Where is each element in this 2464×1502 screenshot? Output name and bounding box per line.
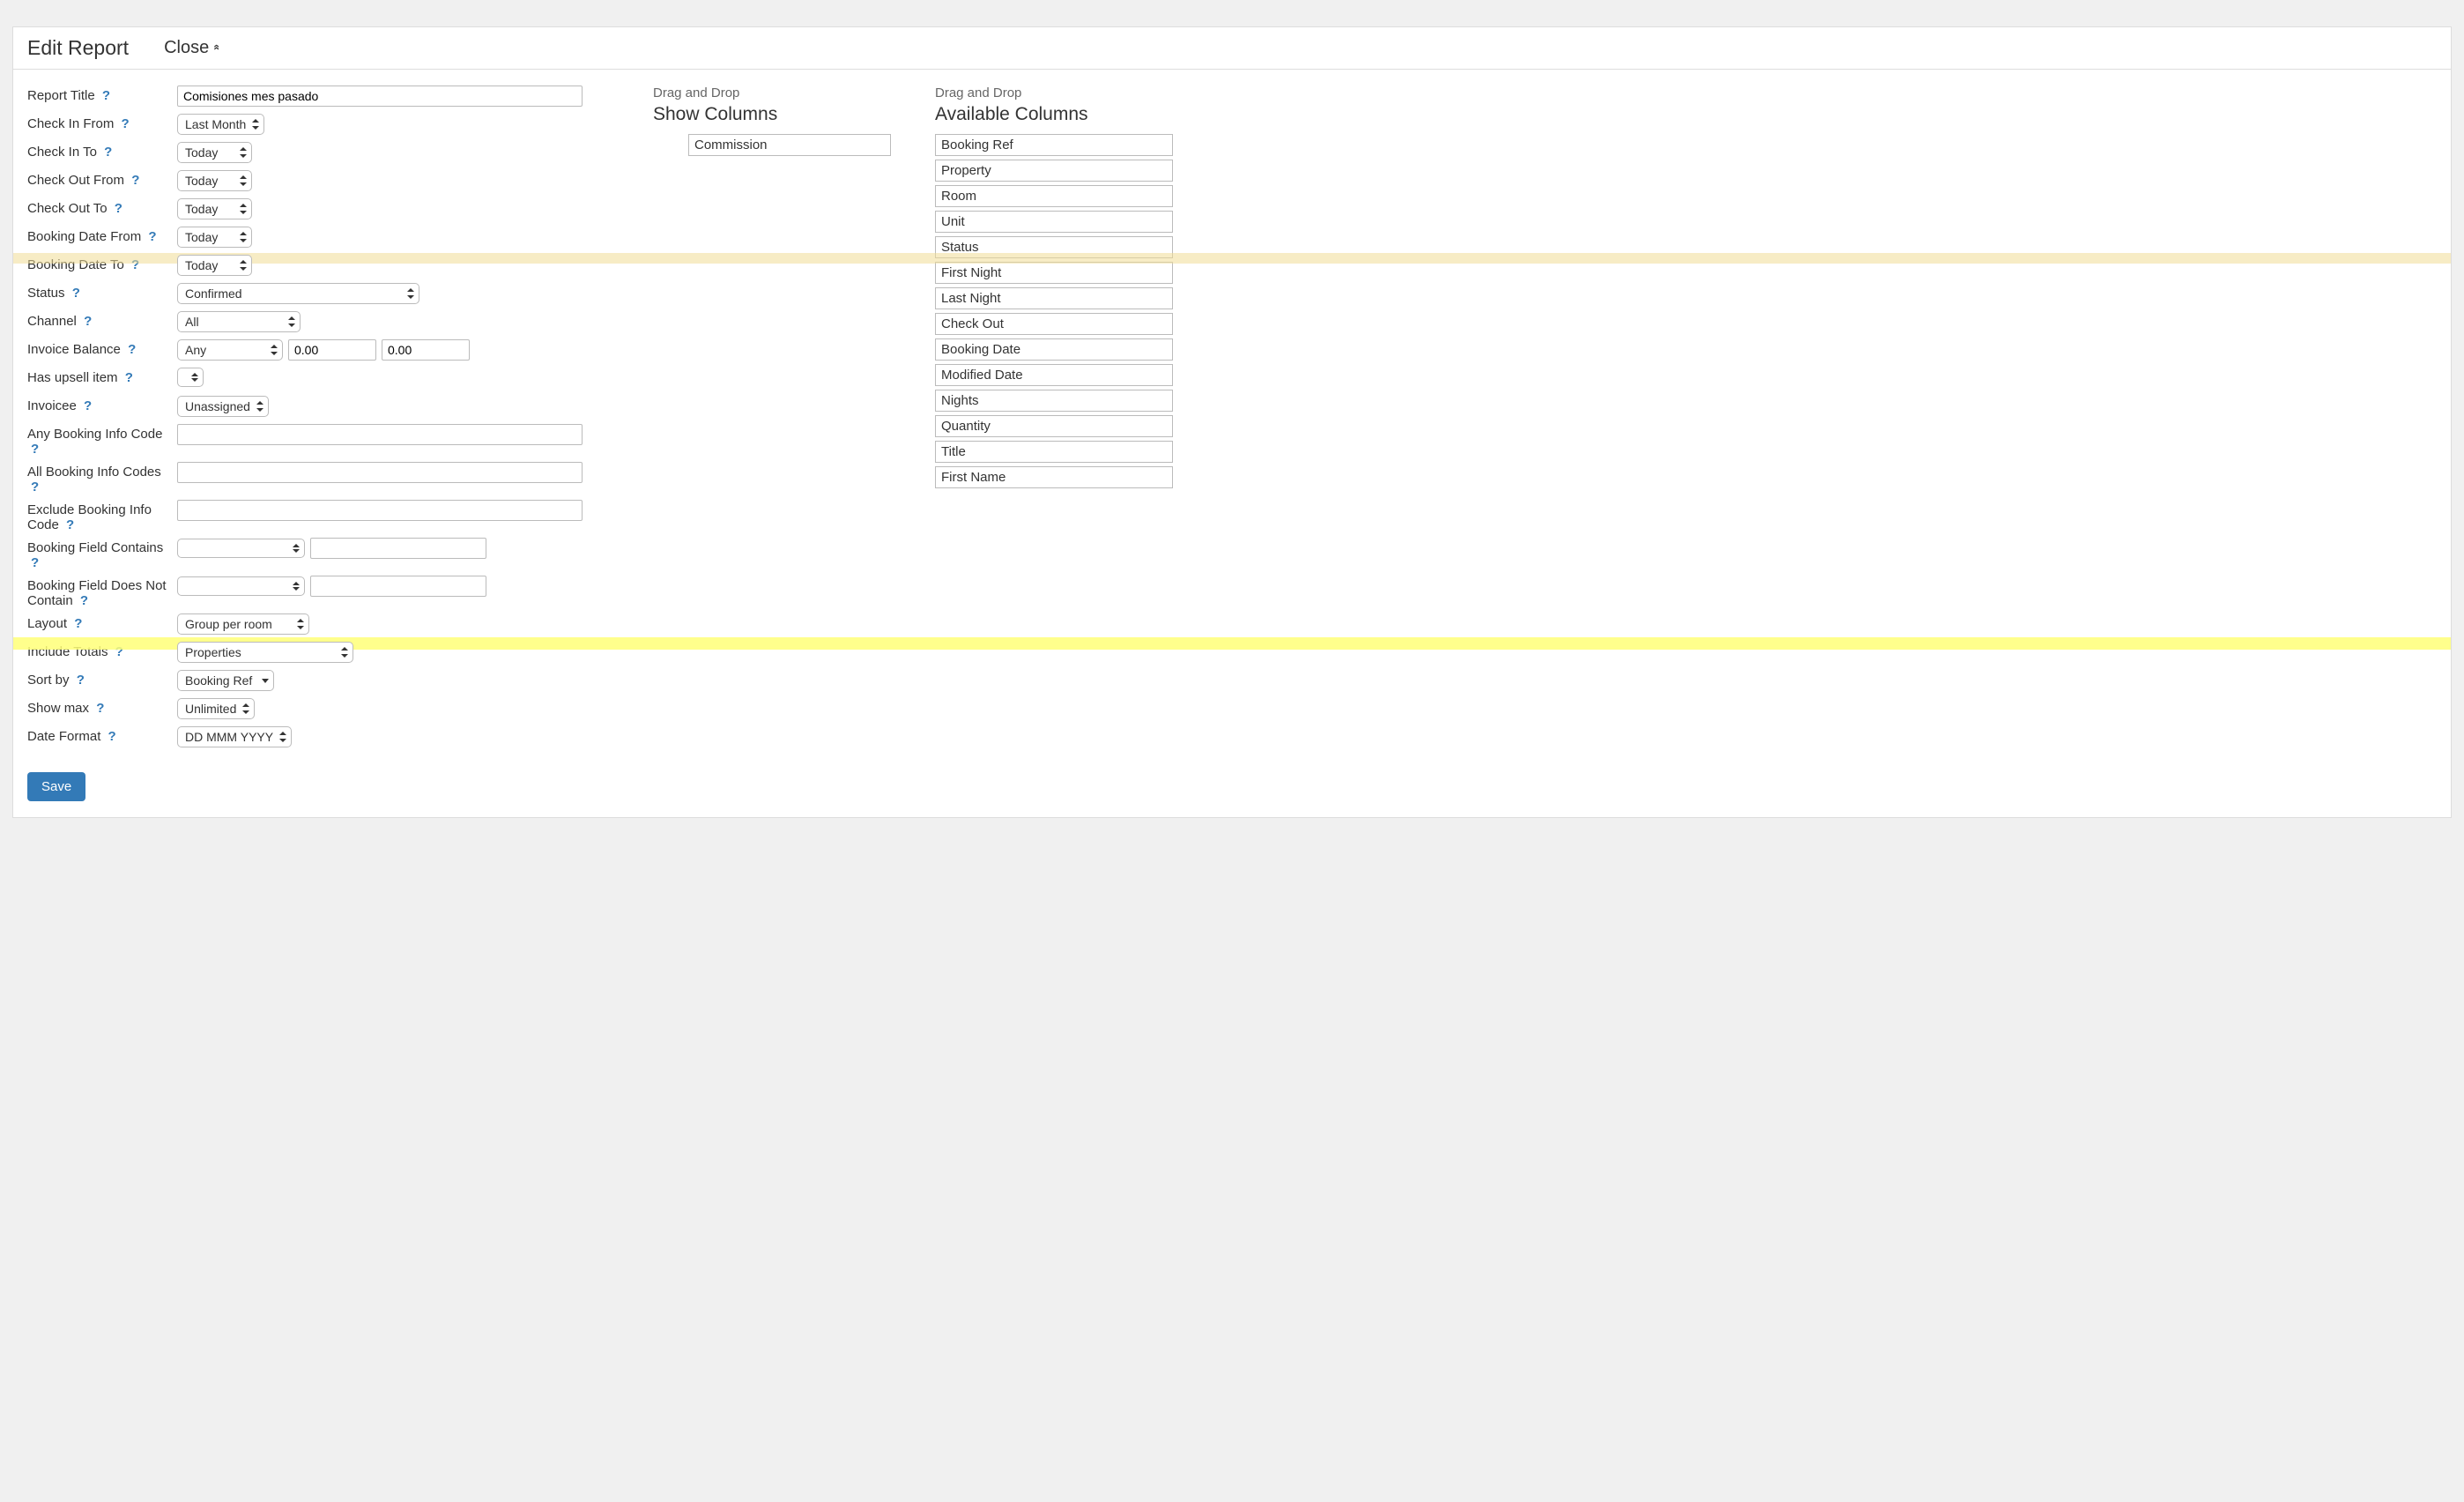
channel-select[interactable]: All bbox=[177, 311, 301, 332]
show-max-label: Show max bbox=[27, 701, 89, 716]
close-button[interactable]: Close » bbox=[164, 38, 218, 58]
booking-field-not-select[interactable] bbox=[177, 576, 305, 596]
exclude-booking-info-label: Exclude Booking Info Code bbox=[27, 502, 152, 532]
sort-by-select[interactable]: Booking Ref bbox=[177, 670, 274, 691]
invoicee-label: Invoicee bbox=[27, 398, 77, 413]
help-icon[interactable]: ? bbox=[96, 701, 104, 716]
status-label: Status bbox=[27, 286, 65, 301]
column-item[interactable]: Commission bbox=[688, 134, 891, 156]
column-item[interactable]: Booking Ref bbox=[935, 134, 1173, 156]
booking-date-to-label: Booking Date To bbox=[27, 257, 124, 272]
column-item[interactable]: Property bbox=[935, 160, 1173, 182]
column-item[interactable]: Quantity bbox=[935, 415, 1173, 437]
page-title: Edit Report bbox=[27, 36, 129, 60]
help-icon[interactable]: ? bbox=[128, 342, 136, 357]
check-out-to-select[interactable]: Today bbox=[177, 198, 252, 219]
show-columns-drag-label: Drag and Drop bbox=[653, 86, 891, 100]
booking-date-from-select[interactable]: Today bbox=[177, 227, 252, 248]
help-icon[interactable]: ? bbox=[66, 517, 74, 532]
column-item[interactable]: Modified Date bbox=[935, 364, 1173, 386]
layout-select[interactable]: Group per room bbox=[177, 613, 309, 635]
help-icon[interactable]: ? bbox=[131, 257, 139, 272]
any-booking-info-label: Any Booking Info Code bbox=[27, 427, 162, 442]
help-icon[interactable]: ? bbox=[31, 480, 39, 494]
status-select[interactable]: Confirmed bbox=[177, 283, 419, 304]
all-booking-info-label: All Booking Info Codes bbox=[27, 465, 161, 480]
check-out-from-select[interactable]: Today bbox=[177, 170, 252, 191]
column-item[interactable]: Nights bbox=[935, 390, 1173, 412]
help-icon[interactable]: ? bbox=[148, 229, 156, 244]
help-icon[interactable]: ? bbox=[80, 593, 88, 608]
help-icon[interactable]: ? bbox=[104, 145, 112, 160]
help-icon[interactable]: ? bbox=[131, 173, 139, 188]
help-icon[interactable]: ? bbox=[115, 644, 123, 659]
check-in-to-label: Check In To bbox=[27, 145, 97, 160]
has-upsell-select[interactable] bbox=[177, 368, 204, 387]
channel-label: Channel bbox=[27, 314, 77, 329]
booking-field-not-label: Booking Field Does Not Contain bbox=[27, 578, 167, 608]
column-item[interactable]: Room bbox=[935, 185, 1173, 207]
help-icon[interactable]: ? bbox=[122, 116, 130, 131]
booking-date-from-label: Booking Date From bbox=[27, 229, 141, 244]
booking-field-contains-select[interactable] bbox=[177, 539, 305, 558]
layout-label: Layout bbox=[27, 616, 67, 631]
close-label: Close bbox=[164, 38, 209, 58]
report-title-input[interactable] bbox=[177, 86, 583, 107]
help-icon[interactable]: ? bbox=[72, 286, 80, 301]
help-icon[interactable]: ? bbox=[31, 555, 39, 570]
any-booking-info-input[interactable] bbox=[177, 424, 583, 445]
save-button[interactable]: Save bbox=[27, 772, 85, 801]
column-item[interactable]: First Name bbox=[935, 466, 1173, 488]
show-max-select[interactable]: Unlimited bbox=[177, 698, 255, 719]
check-out-from-label: Check Out From bbox=[27, 173, 124, 188]
booking-field-not-input[interactable] bbox=[310, 576, 486, 597]
column-item[interactable]: Last Night bbox=[935, 287, 1173, 309]
column-item[interactable]: Title bbox=[935, 441, 1173, 463]
show-columns-title: Show Columns bbox=[653, 104, 891, 125]
exclude-booking-info-input[interactable] bbox=[177, 500, 583, 521]
help-icon[interactable]: ? bbox=[108, 729, 116, 744]
chevron-up-icon: » bbox=[210, 47, 222, 50]
invoicee-select[interactable]: Unassigned bbox=[177, 396, 269, 417]
invoice-balance-min-input[interactable] bbox=[288, 339, 376, 361]
check-in-to-select[interactable]: Today bbox=[177, 142, 252, 163]
booking-field-contains-input[interactable] bbox=[310, 538, 486, 559]
all-booking-info-input[interactable] bbox=[177, 462, 583, 483]
column-item[interactable]: Booking Date bbox=[935, 338, 1173, 361]
check-out-to-label: Check Out To bbox=[27, 201, 108, 216]
include-totals-label: Include Totals bbox=[27, 644, 108, 659]
booking-date-to-select[interactable]: Today bbox=[177, 255, 252, 276]
help-icon[interactable]: ? bbox=[77, 673, 85, 688]
invoice-balance-label: Invoice Balance bbox=[27, 342, 121, 357]
has-upsell-label: Has upsell item bbox=[27, 370, 118, 385]
help-icon[interactable]: ? bbox=[115, 201, 122, 216]
invoice-balance-select[interactable]: Any bbox=[177, 339, 283, 361]
check-in-from-select[interactable]: Last Month bbox=[177, 114, 264, 135]
sort-by-label: Sort by bbox=[27, 673, 70, 688]
column-item[interactable]: Status bbox=[935, 236, 1173, 258]
help-icon[interactable]: ? bbox=[74, 616, 82, 631]
column-item[interactable]: Check Out bbox=[935, 313, 1173, 335]
available-columns-title: Available Columns bbox=[935, 104, 1173, 125]
booking-field-contains-label: Booking Field Contains bbox=[27, 540, 163, 555]
help-icon[interactable]: ? bbox=[125, 370, 133, 385]
help-icon[interactable]: ? bbox=[102, 88, 110, 103]
column-item[interactable]: Unit bbox=[935, 211, 1173, 233]
available-columns-drag-label: Drag and Drop bbox=[935, 86, 1173, 100]
help-icon[interactable]: ? bbox=[84, 314, 92, 329]
include-totals-select[interactable]: Properties bbox=[177, 642, 353, 663]
help-icon[interactable]: ? bbox=[84, 398, 92, 413]
date-format-label: Date Format bbox=[27, 729, 100, 744]
date-format-select[interactable]: DD MMM YYYY bbox=[177, 726, 292, 747]
invoice-balance-max-input[interactable] bbox=[382, 339, 470, 361]
column-item[interactable]: First Night bbox=[935, 262, 1173, 284]
report-title-label: Report Title bbox=[27, 88, 95, 103]
check-in-from-label: Check In From bbox=[27, 116, 114, 131]
help-icon[interactable]: ? bbox=[31, 442, 39, 457]
